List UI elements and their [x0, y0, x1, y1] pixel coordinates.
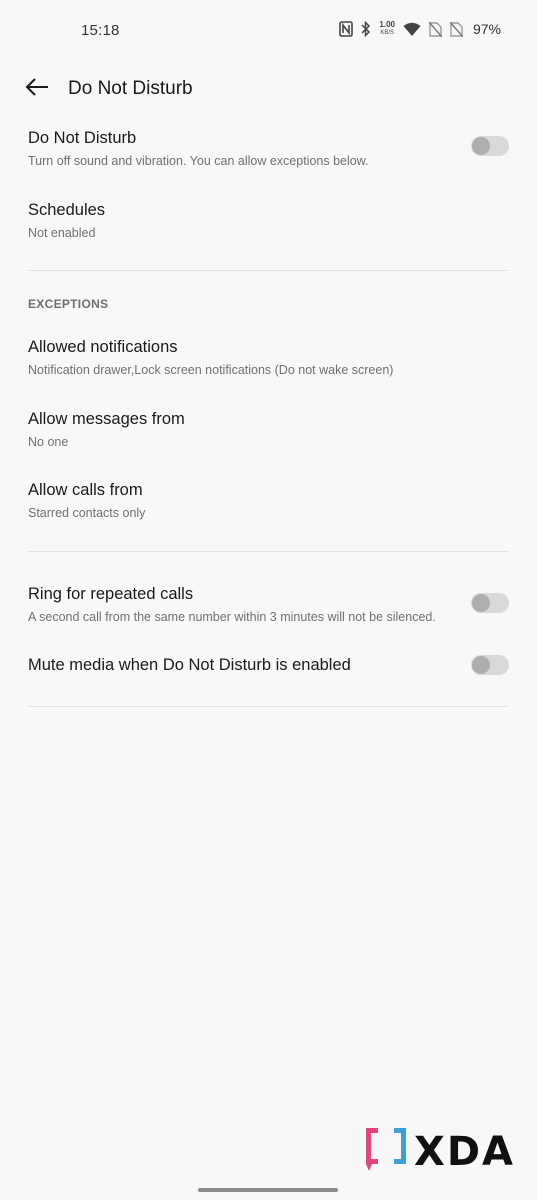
divider — [28, 270, 509, 271]
navigation-handle[interactable] — [198, 1188, 338, 1192]
arrow-back-icon — [25, 77, 49, 101]
setting-summary: Turn off sound and vibration. You can al… — [28, 154, 369, 168]
divider — [28, 551, 509, 552]
section-header-exceptions: EXCEPTIONS — [28, 297, 109, 311]
setting-summary: Notification drawer,Lock screen notifica… — [28, 363, 394, 377]
setting-summary: No one — [28, 435, 69, 449]
setting-summary: Starred contacts only — [28, 506, 146, 520]
setting-summary: Not enabled — [28, 226, 96, 240]
setting-title: Allow messages from — [28, 410, 185, 428]
setting-title: Do Not Disturb — [28, 129, 137, 147]
xda-watermark-text: XDA — [414, 1128, 515, 1175]
schedules-setting[interactable]: Schedules Not enabled — [0, 200, 537, 252]
setting-title: Mute media when Do Not Disturb is enable… — [28, 656, 351, 674]
xda-logo-icon — [364, 1126, 408, 1177]
page-title: Do Not Disturb — [68, 78, 193, 99]
wifi-icon — [403, 22, 421, 37]
no-sim-icon — [428, 21, 442, 37]
status-time: 15:18 — [81, 22, 120, 39]
allow-calls-setting[interactable]: Allow calls from Starred contacts only — [0, 480, 537, 532]
network-speed: 1.00 KB/S — [379, 21, 395, 37]
bluetooth-icon — [361, 21, 371, 37]
toggle-knob — [472, 137, 490, 155]
repeated-calls-setting[interactable]: Ring for repeated calls A second call fr… — [0, 584, 537, 636]
allowed-notifications-setting[interactable]: Allowed notifications Notification drawe… — [0, 337, 537, 389]
battery-percent: 97% — [472, 21, 501, 37]
allow-messages-setting[interactable]: Allow messages from No one — [0, 409, 537, 461]
setting-title: Ring for repeated calls — [28, 585, 194, 603]
status-icons: 1.00 KB/S 97% — [339, 21, 501, 37]
app-bar: Do Not Disturb — [0, 62, 537, 116]
back-button[interactable] — [22, 76, 52, 102]
xda-watermark: XDA — [364, 1126, 515, 1177]
setting-summary: A second call from the same number withi… — [28, 610, 436, 624]
mute-media-setting[interactable]: Mute media when Do Not Disturb is enable… — [0, 655, 537, 695]
setting-title: Schedules — [28, 201, 106, 219]
toggle-knob — [472, 656, 490, 674]
status-bar: 15:18 1.00 KB/S 97% — [0, 0, 537, 62]
setting-title: Allowed notifications — [28, 338, 178, 356]
setting-title: Allow calls from — [28, 481, 143, 499]
dnd-toggle[interactable] — [471, 136, 509, 156]
divider — [28, 706, 509, 707]
mute-media-toggle[interactable] — [471, 655, 509, 675]
nfc-icon — [339, 21, 354, 37]
toggle-knob — [472, 594, 490, 612]
repeated-calls-toggle[interactable] — [471, 593, 509, 613]
network-speed-value: 1.00 — [379, 20, 395, 29]
network-speed-unit: KB/S — [380, 30, 395, 36]
no-sim-icon — [449, 21, 463, 37]
dnd-setting[interactable]: Do Not Disturb Turn off sound and vibrat… — [0, 128, 537, 180]
